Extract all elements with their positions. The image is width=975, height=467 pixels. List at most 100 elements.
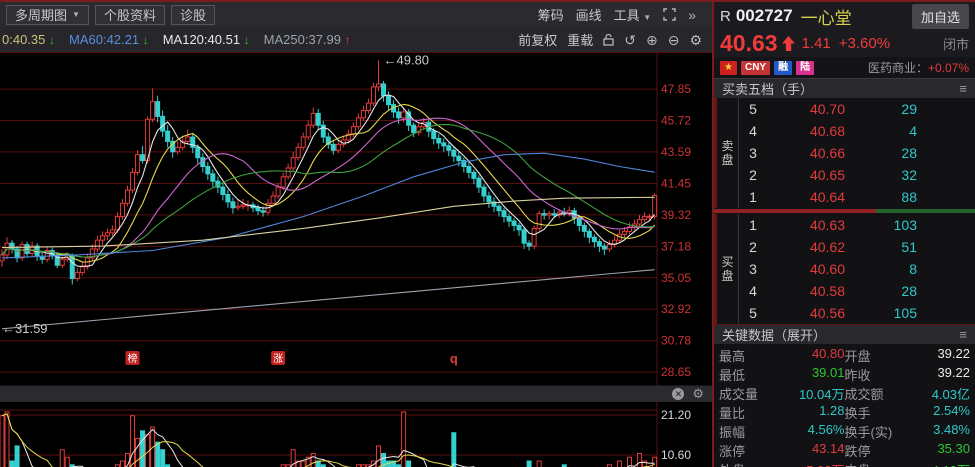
volume: 28 bbox=[845, 283, 917, 299]
level: 5 bbox=[739, 305, 767, 321]
sell-side-label: 卖盘 bbox=[714, 98, 739, 208]
lock-icon[interactable] bbox=[603, 33, 614, 46]
tools-dropdown[interactable]: 工具 ▼ bbox=[614, 5, 652, 24]
order-book-row[interactable]: 340.608 bbox=[739, 258, 975, 280]
subpane-settings-gear-icon[interactable]: ⚙ bbox=[692, 386, 704, 402]
stock-name: 一心堂 bbox=[801, 4, 852, 29]
volume: 32 bbox=[845, 167, 917, 183]
key-data-value: 35.30 bbox=[937, 441, 970, 460]
svg-text:←31.59: ←31.59 bbox=[2, 321, 48, 336]
svg-text:28.65: 28.65 bbox=[661, 365, 691, 379]
key-data-value: 3.48% bbox=[933, 422, 970, 441]
order-book-header[interactable]: 买卖五档（手） ≡ bbox=[714, 78, 975, 98]
svg-text:47.85: 47.85 bbox=[661, 82, 691, 96]
level: 1 bbox=[739, 189, 767, 205]
stock-info-button[interactable]: 个股资料 bbox=[95, 5, 165, 25]
key-data-title: 关键数据（展开） bbox=[722, 325, 826, 344]
ma-value-label: MA60:42.21 ↓ bbox=[69, 32, 149, 47]
sell-book: 卖盘 540.7029440.684340.6628240.6532140.64… bbox=[714, 98, 975, 208]
diagnose-button[interactable]: 诊股 bbox=[171, 5, 215, 25]
svg-text:32.92: 32.92 bbox=[661, 302, 691, 316]
cny-badge: CNY bbox=[741, 61, 770, 75]
key-data-header[interactable]: 关键数据（展开） ≡ bbox=[714, 324, 975, 344]
key-data-label: 跌停 bbox=[845, 441, 871, 460]
key-data-value: 1.28 bbox=[819, 403, 844, 422]
undo-icon[interactable]: ↺ bbox=[624, 33, 636, 47]
order-book-row[interactable]: 340.6628 bbox=[739, 142, 975, 164]
market-flag: R bbox=[720, 8, 731, 25]
volume: 103 bbox=[845, 217, 917, 233]
key-data-row: 涨停43.14跌停35.30 bbox=[714, 441, 975, 460]
key-data-value: 2.54% bbox=[933, 403, 970, 422]
price: 40.70 bbox=[767, 101, 845, 117]
price-up-arrow-icon bbox=[782, 36, 795, 51]
volume: 51 bbox=[845, 239, 917, 255]
key-data-label: 振幅 bbox=[719, 422, 745, 441]
fq-mode-button[interactable]: 前复权 bbox=[518, 30, 557, 49]
reload-button[interactable]: 重载 bbox=[567, 30, 593, 49]
key-data-label: 开盘 bbox=[845, 346, 871, 365]
key-data-rows: 最高40.80开盘39.22最低39.01昨收39.22成交量10.04万成交额… bbox=[714, 344, 975, 467]
svg-text:45.72: 45.72 bbox=[661, 114, 691, 128]
volume-pane[interactable]: 21.2010.60 bbox=[0, 402, 712, 467]
svg-text:30.78: 30.78 bbox=[661, 334, 691, 348]
key-data-label: 最高 bbox=[719, 346, 745, 365]
order-book-row[interactable]: 540.56105 bbox=[739, 302, 975, 324]
hamburger-menu-icon[interactable]: ≡ bbox=[959, 81, 967, 96]
hamburger-menu-icon[interactable]: ≡ bbox=[959, 327, 967, 342]
svg-text:q: q bbox=[450, 351, 458, 366]
price-change-pct: +3.60% bbox=[839, 35, 890, 52]
draw-button[interactable]: 画线 bbox=[576, 5, 602, 24]
industry-label: 医药商业： bbox=[868, 61, 928, 75]
key-data-value: 43.14 bbox=[812, 441, 845, 460]
price-change: 1.41 bbox=[802, 35, 831, 52]
volume: 4 bbox=[845, 123, 917, 139]
order-book-row[interactable]: 240.6251 bbox=[739, 236, 975, 258]
order-book-row[interactable]: 140.6488 bbox=[739, 186, 975, 208]
collapse-panel-icon[interactable]: » bbox=[688, 8, 696, 22]
close-subpane-icon[interactable]: ✕ bbox=[672, 388, 684, 400]
order-book-row[interactable]: 240.6532 bbox=[739, 164, 975, 186]
level: 1 bbox=[739, 217, 767, 233]
industry-link[interactable]: 医药商业：+0.07% bbox=[868, 59, 969, 76]
order-book-row[interactable]: 140.63103 bbox=[739, 214, 975, 236]
key-data-label: 换手 bbox=[845, 403, 871, 422]
svg-text:43.59: 43.59 bbox=[661, 145, 691, 159]
zoom-out-icon[interactable]: ⊖ bbox=[668, 33, 680, 47]
price: 40.66 bbox=[767, 145, 845, 161]
key-data-label: 昨收 bbox=[845, 365, 871, 384]
chevron-down-icon: ▼ bbox=[72, 10, 80, 19]
quote-panel: R 002727 一心堂 加自选 40.63 1.41 +3.60% 闭市 ★C… bbox=[712, 2, 975, 467]
diagnose-label: 诊股 bbox=[180, 5, 206, 24]
svg-text:10.60: 10.60 bbox=[661, 448, 691, 462]
key-data-row: 最高40.80开盘39.22 bbox=[714, 346, 975, 365]
stock-code: 002727 bbox=[736, 6, 793, 26]
volume: 88 bbox=[845, 189, 917, 205]
buy-rows: 140.63103240.6251340.608440.5828540.5610… bbox=[739, 214, 975, 324]
key-data-value: 4.12万 bbox=[932, 460, 970, 467]
chips-button[interactable]: 筹码 bbox=[538, 5, 564, 24]
key-data-row: 最低39.01昨收39.22 bbox=[714, 365, 975, 384]
settings-gear-icon[interactable]: ⚙ bbox=[689, 33, 702, 47]
industry-change: +0.07% bbox=[928, 61, 969, 75]
price: 40.64 bbox=[767, 189, 845, 205]
key-data-row: 量比1.28换手2.54% bbox=[714, 403, 975, 422]
add-watchlist-button[interactable]: 加自选 bbox=[912, 4, 969, 29]
volume: 28 bbox=[845, 145, 917, 161]
order-book-row[interactable]: 440.5828 bbox=[739, 280, 975, 302]
volume: 105 bbox=[845, 305, 917, 321]
order-book-row[interactable]: 540.7029 bbox=[739, 98, 975, 120]
trading-terminal: 多周期图 ▼ 个股资料 诊股 筹码 画线 工具 ▼ » 0:40.35 ↓ MA6… bbox=[0, 0, 975, 467]
margin-badge: 融 bbox=[774, 61, 792, 75]
period-dropdown[interactable]: 多周期图 ▼ bbox=[6, 5, 89, 25]
main-chart-pane[interactable]: 47.8545.7243.5941.4539.3237.1835.0532.92… bbox=[0, 53, 712, 385]
order-book-row[interactable]: 440.684 bbox=[739, 120, 975, 142]
fullscreen-icon[interactable] bbox=[663, 8, 676, 21]
ma-value-label: 0:40.35 ↓ bbox=[2, 32, 55, 47]
zoom-in-icon[interactable]: ⊕ bbox=[646, 33, 658, 47]
svg-text:39.32: 39.32 bbox=[661, 208, 691, 222]
svg-text:35.05: 35.05 bbox=[661, 271, 691, 285]
price: 40.65 bbox=[767, 167, 845, 183]
volume-chart-svg: 21.2010.60 bbox=[0, 402, 712, 467]
key-data-label: 成交额 bbox=[845, 384, 884, 403]
